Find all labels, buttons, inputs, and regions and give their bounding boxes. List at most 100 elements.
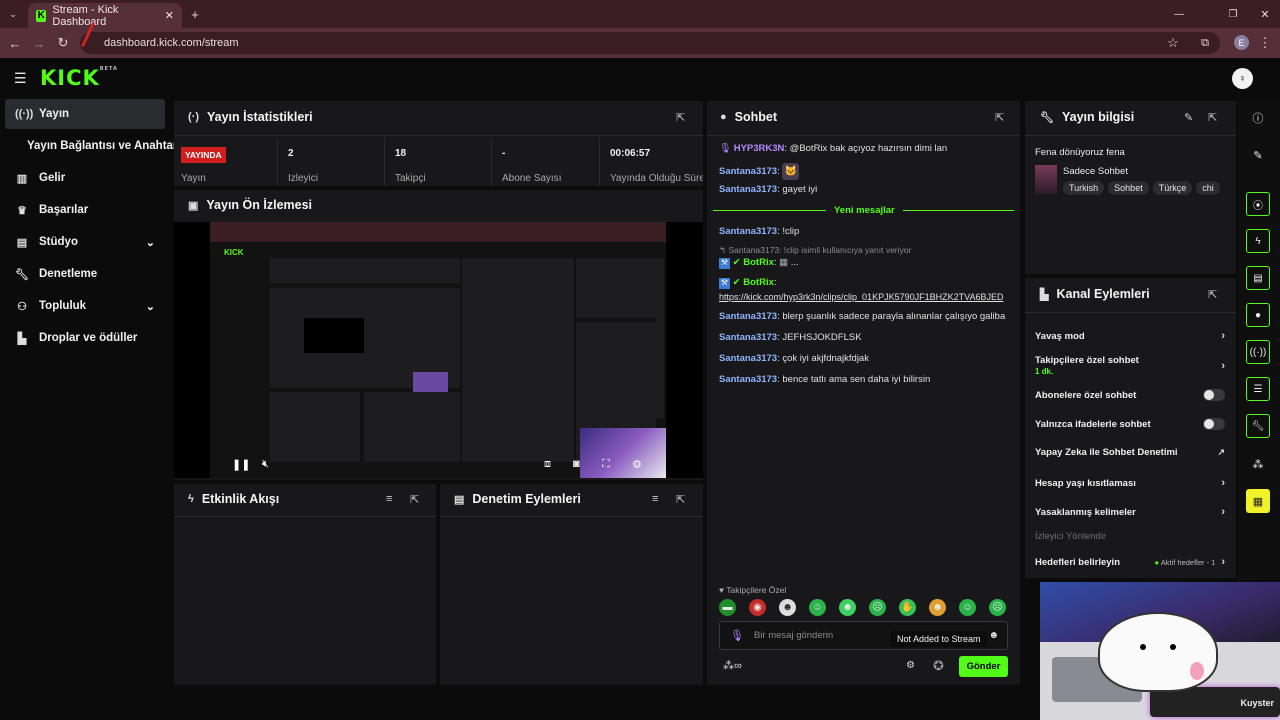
cat-emote-icon: 🐱 xyxy=(782,163,800,180)
account-age-item[interactable]: Hesap yaşı kısıtlaması › xyxy=(1035,477,1225,489)
sidebar-item-basarilar[interactable]: ♛ Başarılar xyxy=(5,195,165,225)
banned-words-item[interactable]: Yasaklanmış kelimeler › xyxy=(1035,506,1225,518)
kick-points-icon[interactable]: ⁂∞ xyxy=(723,659,742,672)
broadcast-icon[interactable]: ((·)) xyxy=(1246,340,1270,364)
address-bar[interactable]: dashboard.kick.com/stream xyxy=(80,32,1220,54)
popout-icon[interactable]: ⇱ xyxy=(1208,288,1217,301)
emote-icon[interactable]: ☹ xyxy=(869,599,886,616)
emote-icon[interactable]: ☻ xyxy=(779,599,796,616)
edit-pencil-icon[interactable]: ✎ xyxy=(1184,111,1193,124)
emote-icon[interactable]: ☻ xyxy=(839,599,856,616)
filter-icon[interactable]: ≡ xyxy=(386,493,392,505)
mute-icon[interactable]: 🔇︎ xyxy=(262,458,269,471)
emote-icon[interactable]: ☺ xyxy=(809,599,826,616)
emote-icon[interactable]: ▬ xyxy=(719,599,736,616)
preview-title: ▣ Yayın Ön İzlemesi xyxy=(188,198,313,212)
chat-settings-icon[interactable]: ⚙ xyxy=(906,660,915,671)
settings-gear-icon[interactable]: ⚙ xyxy=(632,458,642,471)
edit-pencil-icon[interactable]: ✎ xyxy=(1246,143,1270,167)
community-icon: ⚇ xyxy=(17,300,27,313)
pip-icon[interactable]: ⧈ xyxy=(544,458,551,471)
chat-bubble-icon[interactable]: ● xyxy=(1246,303,1270,327)
extensions-icon[interactable]: ⧉ xyxy=(1196,34,1214,52)
reload-icon[interactable]: ↻ xyxy=(54,34,72,52)
close-window-icon[interactable]: ✕ xyxy=(1256,5,1274,23)
followers-only-item[interactable]: Takipçilere özel sohbet 1 dk. › xyxy=(1035,355,1225,377)
emoji-icon[interactable]: ☻ xyxy=(988,630,999,641)
fullscreen-icon[interactable]: ⛶ xyxy=(602,458,610,471)
tag: Turkish xyxy=(1063,181,1105,195)
screenshot-icon[interactable]: ◙ xyxy=(573,458,580,470)
browser-tab[interactable]: K Stream - Kick Dashboard ✕ xyxy=(28,3,182,28)
popout-icon[interactable]: ⇱ xyxy=(410,493,419,506)
emotes-only-toggle[interactable] xyxy=(1203,418,1225,430)
browser-menu-icon[interactable]: ⋮ xyxy=(1256,34,1274,52)
popout-icon[interactable]: ⇱ xyxy=(676,111,685,124)
stream-preview-video[interactable]: KICK ❚❚ 🔇︎ ⧈ ◙ ⛶ ⚙ xyxy=(174,222,703,478)
emote-icon[interactable]: ✋ xyxy=(899,599,916,616)
ai-moderation-item[interactable]: Yapay Zeka ile Sohbet Denetimi ↗ xyxy=(1035,447,1225,458)
chat-bubble-icon: ● xyxy=(720,111,727,123)
kick-favicon-icon: K xyxy=(36,9,47,22)
clipboard-icon[interactable]: ▤ xyxy=(1246,266,1270,290)
chevron-right-icon: › xyxy=(1221,556,1225,568)
stats-widget-icon[interactable]: ⦿ xyxy=(1246,192,1270,216)
popout-icon[interactable]: ⇱ xyxy=(995,111,1004,124)
sidebar-item-studyo[interactable]: ▤ Stüdyo ⌄ xyxy=(5,227,165,257)
emote-icon[interactable]: ☻ xyxy=(929,599,946,616)
slow-mode-item[interactable]: Yavaş mod › xyxy=(1035,330,1225,342)
stats-title: (·) Yayın İstatistikleri xyxy=(188,110,313,124)
emote-icon[interactable]: ◉ xyxy=(749,599,766,616)
minimize-icon[interactable]: — xyxy=(1170,5,1188,23)
popout-icon[interactable]: ⇱ xyxy=(1208,111,1217,124)
external-link-icon: ↗ xyxy=(1217,447,1225,457)
set-goals-item[interactable]: Hedefleri belirleyin ● Aktif hedefler - 1… xyxy=(1035,556,1225,568)
subscribers-only-toggle[interactable] xyxy=(1203,389,1225,401)
restore-icon[interactable]: ❐ xyxy=(1224,5,1242,23)
layout-icon[interactable]: ☰ xyxy=(1246,377,1270,401)
trophy-icon: ♛ xyxy=(17,204,27,217)
clip-link[interactable]: https://kick.com/hyp3rk3n/clips/clip_01K… xyxy=(719,292,1014,302)
hamburger-menu-icon[interactable]: ☰ xyxy=(14,70,27,87)
host-viewers-item: İzleyici Yönlendir xyxy=(1035,531,1107,542)
info-icon[interactable]: ⓘ xyxy=(1246,106,1270,130)
bookmark-star-icon[interactable]: ☆ xyxy=(1164,34,1182,52)
chevron-down-icon: ⌄ xyxy=(145,236,155,249)
sidebar-item-gelir[interactable]: ▥ Gelir xyxy=(5,163,165,193)
sidebar-item-denetleme[interactable]: 🔧︎ Denetleme xyxy=(5,259,165,289)
lightning-icon: ϟ xyxy=(188,493,194,505)
category-name: Sadece Sohbet xyxy=(1063,166,1128,177)
community-icon[interactable]: ⁂ xyxy=(1246,452,1270,476)
filter-icon[interactable]: ≡ xyxy=(652,493,658,505)
sidebar-item-stream-key[interactable]: Yayın Bağlantısı ve Anahtarı xyxy=(5,131,181,161)
popout-icon[interactable]: ⇱ xyxy=(676,493,685,506)
emote-icon[interactable]: ☺ xyxy=(959,599,976,616)
new-tab-icon[interactable]: + xyxy=(186,5,204,23)
pause-icon[interactable]: ❚❚ xyxy=(232,458,250,471)
chat-gear-badge-icon[interactable]: ✪ xyxy=(933,658,944,674)
tab-title: Stream - Kick Dashboard xyxy=(52,3,119,28)
tab-search-icon[interactable]: ⌄ xyxy=(4,5,22,23)
close-tab-icon[interactable]: ✕ xyxy=(165,9,174,22)
chat-message: ⚒ ✔ BotRix: ▦ ... xyxy=(719,257,799,269)
back-icon[interactable]: ← xyxy=(6,34,24,52)
channel-icon: ▙ xyxy=(1040,288,1049,301)
lightning-icon[interactable]: ϟ xyxy=(1246,229,1270,253)
studio-icon: ▤ xyxy=(16,236,28,249)
stat-subscribers: - Abone Sayısı xyxy=(491,138,599,186)
emote-icon[interactable]: ☹ xyxy=(989,599,1006,616)
clapper-icon[interactable]: ▦ xyxy=(1246,489,1270,513)
chat-message: Santana3173: bence tatlı ama sen daha iy… xyxy=(719,374,931,385)
forward-icon[interactable]: → xyxy=(30,34,48,52)
wrench-icon[interactable]: 🔧︎ xyxy=(1246,414,1270,438)
kick-logo[interactable]: KICKBETA xyxy=(40,66,118,90)
profile-avatar[interactable]: E xyxy=(1234,35,1249,50)
broadcast-icon: ((·)) xyxy=(15,108,34,120)
sidebar-item-yayin[interactable]: ((·)) Yayın xyxy=(5,99,165,129)
sidebar-item-topluluk[interactable]: ⚇ Topluluk ⌄ xyxy=(5,291,165,321)
reply-note: ↰ Santana3173: !clip isimli kullanıcıya … xyxy=(719,245,912,255)
chat-message: 🎙︎ HYP3RK3N: @BotRix bak açıyoz hazırsın… xyxy=(719,143,948,154)
sidebar-item-droplar[interactable]: ▙ Droplar ve ödüller xyxy=(5,323,165,353)
send-button[interactable]: Gönder xyxy=(959,656,1008,677)
user-avatar[interactable]: ♀ xyxy=(1232,68,1253,89)
